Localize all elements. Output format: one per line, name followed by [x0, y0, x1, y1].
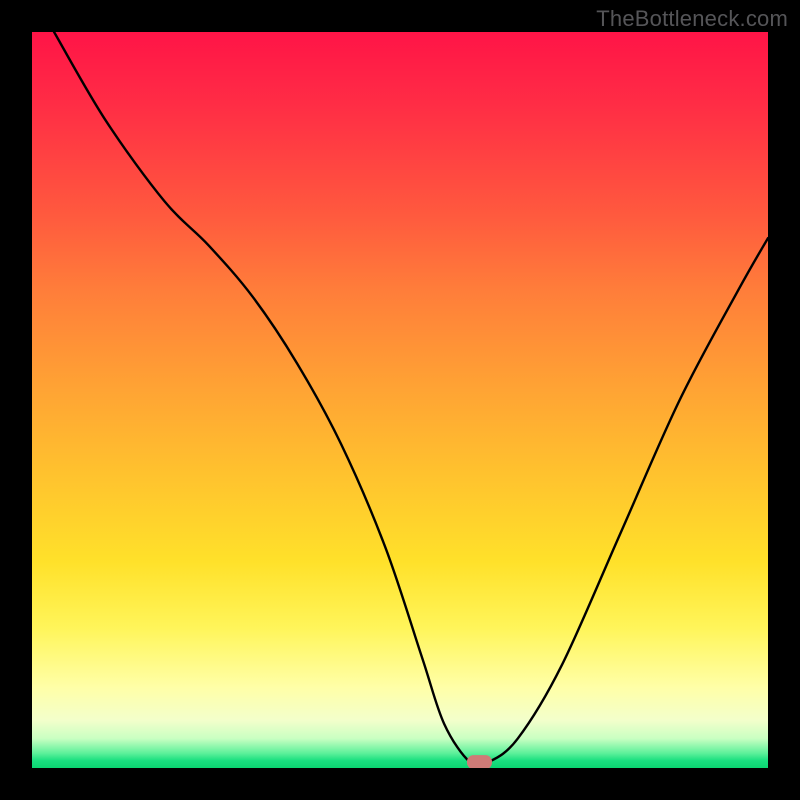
- min-marker: [467, 756, 491, 768]
- bottleneck-curve: [54, 32, 768, 766]
- curve-overlay: [32, 32, 768, 768]
- watermark-text: TheBottleneck.com: [596, 6, 788, 32]
- chart-container: TheBottleneck.com: [0, 0, 800, 800]
- plot-area: [32, 32, 768, 768]
